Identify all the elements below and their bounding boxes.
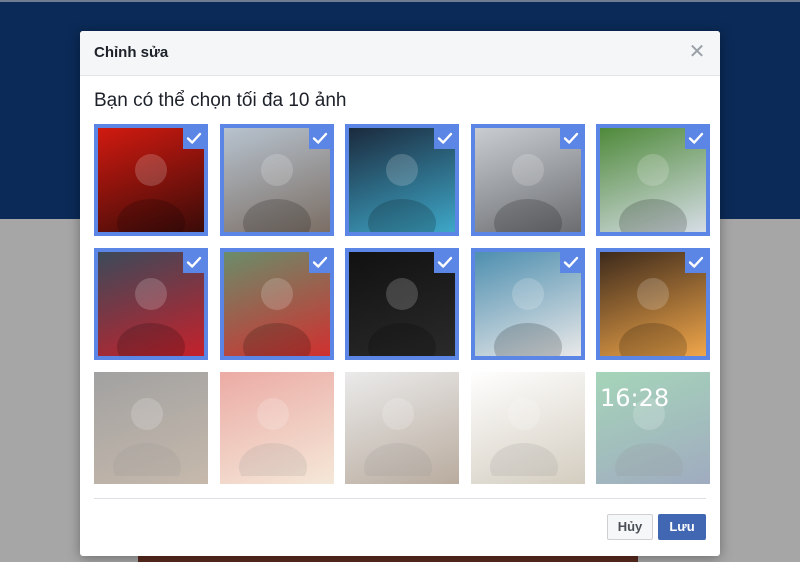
photo-content bbox=[238, 398, 307, 476]
checkmark-icon bbox=[183, 252, 204, 273]
photo-tile[interactable] bbox=[219, 124, 334, 236]
footer-divider bbox=[94, 498, 706, 499]
photo-tile[interactable]: 16:28 bbox=[596, 372, 710, 484]
photo-content bbox=[364, 398, 432, 476]
photo-tile[interactable] bbox=[470, 372, 585, 484]
photo-tile[interactable] bbox=[219, 372, 334, 484]
cancel-button[interactable]: Hủy bbox=[607, 514, 653, 540]
checkmark-icon bbox=[685, 252, 706, 273]
close-icon[interactable]: ✕ bbox=[686, 41, 708, 63]
photo-tile[interactable] bbox=[596, 124, 710, 236]
photo-tile[interactable] bbox=[94, 124, 208, 236]
photo-tile[interactable] bbox=[94, 248, 208, 360]
photo-tile[interactable] bbox=[470, 124, 585, 236]
checkmark-icon bbox=[559, 128, 581, 149]
photo-grid: 16:28 bbox=[94, 124, 710, 486]
photo-tile[interactable] bbox=[345, 248, 459, 360]
clock-widget-text: 16:28 bbox=[600, 384, 670, 412]
photo-tile[interactable] bbox=[219, 248, 334, 360]
checkmark-icon bbox=[183, 128, 204, 149]
dialog-header: Chỉnh sửa ✕ bbox=[80, 31, 720, 76]
checkmark-icon bbox=[685, 128, 706, 149]
photo-tile[interactable] bbox=[470, 248, 585, 360]
checkmark-icon bbox=[308, 128, 330, 149]
checkmark-icon bbox=[308, 252, 330, 273]
photo-tile[interactable] bbox=[345, 124, 459, 236]
edit-photos-dialog: Chỉnh sửa ✕ Bạn có thể chọn tối đa 10 ản… bbox=[80, 31, 720, 556]
save-button[interactable]: Lưu bbox=[658, 514, 706, 540]
photo-content bbox=[113, 398, 181, 476]
photo-tile[interactable] bbox=[94, 372, 208, 484]
photo-content bbox=[489, 398, 558, 476]
dialog-title: Chỉnh sửa bbox=[94, 44, 169, 61]
photo-tile[interactable] bbox=[345, 372, 459, 484]
checkmark-icon bbox=[434, 252, 455, 273]
checkmark-icon bbox=[559, 252, 581, 273]
checkmark-icon bbox=[434, 128, 455, 149]
photo-tile[interactable] bbox=[596, 248, 710, 360]
selection-limit-text: Bạn có thể chọn tối đa 10 ảnh bbox=[94, 90, 347, 111]
